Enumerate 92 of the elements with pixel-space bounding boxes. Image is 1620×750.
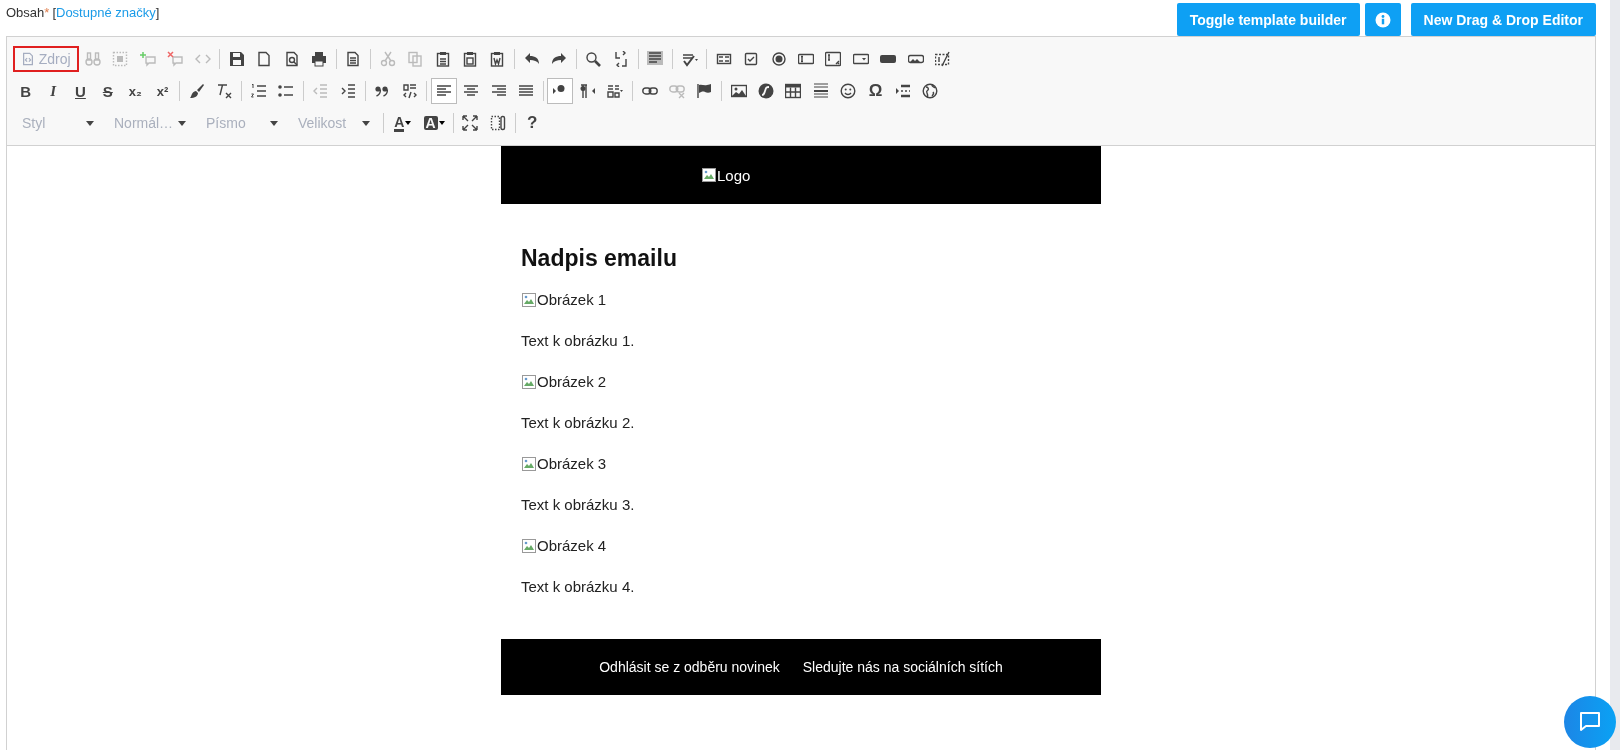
underline-button[interactable]: U (67, 78, 94, 104)
show-blocks-icon (489, 115, 506, 131)
superscript-button[interactable]: x² (149, 78, 176, 104)
print-icon (311, 51, 328, 67)
spellcheck-icon (681, 51, 698, 67)
div-icon (401, 83, 418, 99)
outdent-icon (312, 83, 329, 99)
align-center-icon (463, 83, 480, 99)
required-mark: * (44, 5, 50, 20)
caret-icon (86, 120, 94, 126)
paragraph: Text k obrázku 1. (521, 332, 635, 349)
binoculars-icon (85, 51, 102, 67)
info-icon (1374, 11, 1391, 28)
special-char-button[interactable]: Ω (862, 78, 889, 104)
save-icon (228, 51, 245, 67)
paragraph: Text k obrázku 4. (521, 578, 635, 595)
scrollbar[interactable] (1610, 0, 1620, 750)
indent-icon (339, 83, 356, 99)
select-all-icon (112, 51, 129, 67)
caret-icon (438, 121, 445, 125)
horizontal-rule-icon (812, 83, 829, 99)
paste-word-icon (489, 51, 506, 67)
align-left-button[interactable] (430, 78, 457, 104)
subscript-button[interactable]: x₂ (122, 78, 149, 104)
table-icon (785, 83, 802, 99)
caret-icon (405, 121, 412, 125)
cut-icon (379, 51, 396, 67)
strike-button[interactable]: S (94, 78, 121, 104)
caret-icon (178, 120, 186, 126)
image-alt-text: Obrázek 2 (537, 373, 607, 390)
broken-image-icon (521, 455, 537, 472)
comment-remove-icon (167, 51, 184, 67)
comment-add-icon (139, 51, 156, 67)
radio-icon (770, 51, 787, 67)
text-field-icon (798, 51, 815, 67)
source-icon (20, 51, 35, 67)
paste-text-icon (461, 51, 478, 67)
paragraph: Text k obrázku 2. (521, 414, 635, 431)
email-heading: Nadpis emailu (521, 244, 678, 273)
globe-icon (922, 83, 939, 99)
caret-icon (270, 120, 278, 126)
bracket: ] (155, 5, 160, 20)
text-color-button[interactable]: A (387, 110, 418, 136)
flash-icon (758, 83, 775, 99)
bracket: [ (52, 5, 56, 20)
italic-button[interactable]: I (40, 78, 67, 104)
align-right-icon (490, 83, 507, 99)
anchor-icon (696, 83, 713, 99)
image-alt-text: Obrázek 4 (537, 537, 607, 554)
field-label: Obsah (6, 5, 45, 20)
smiley-icon (840, 83, 857, 99)
form-icon (715, 51, 732, 67)
footer-link[interactable]: Odhlásit se z odběru novinek (599, 659, 780, 675)
hidden-field-icon (934, 51, 951, 67)
paste-icon (434, 51, 451, 67)
preview-icon (283, 51, 300, 67)
broken-image-icon (701, 167, 717, 183)
chat-bubble-icon (1578, 710, 1602, 734)
text-area-icon (825, 51, 842, 67)
paragraph: Text k obrázku 3. (521, 496, 635, 513)
remove-format-icon (216, 83, 233, 99)
logo-alt-text: Logo (717, 166, 751, 184)
paintbrush-icon (188, 83, 205, 99)
maximize-icon (462, 115, 479, 131)
help-button[interactable]: ? (519, 110, 546, 136)
unlink-icon (668, 83, 685, 99)
align-justify-icon (518, 83, 535, 99)
info-button[interactable] (1364, 3, 1401, 36)
bg-color-button[interactable]: A (419, 110, 450, 136)
footer-link[interactable]: Sledujte nás na sociálních sítích (802, 659, 1003, 675)
image-alt-text: Obrázek 3 (537, 455, 607, 472)
image-alt-text: Obrázek 1 (537, 291, 607, 308)
caret-icon (362, 120, 370, 126)
ltr-button[interactable] (547, 78, 574, 104)
broken-image-icon (521, 373, 537, 390)
checkbox-icon (743, 51, 760, 67)
image-icon (730, 83, 747, 99)
select-field-icon (852, 51, 869, 67)
bulleted-list-icon (278, 83, 295, 99)
find-icon (585, 51, 602, 67)
numbered-list-icon (250, 83, 267, 99)
templates-icon (345, 51, 362, 67)
block-lines-icon (647, 51, 664, 67)
broken-image-icon (521, 291, 537, 308)
bold-button[interactable]: B (12, 78, 39, 104)
copy-icon (407, 51, 424, 67)
language-icon (607, 83, 624, 99)
quote-icon (374, 83, 391, 99)
page-break-icon (894, 83, 911, 99)
broken-image-icon (521, 537, 537, 554)
new-page-icon (256, 51, 273, 67)
align-left-icon (435, 83, 452, 99)
